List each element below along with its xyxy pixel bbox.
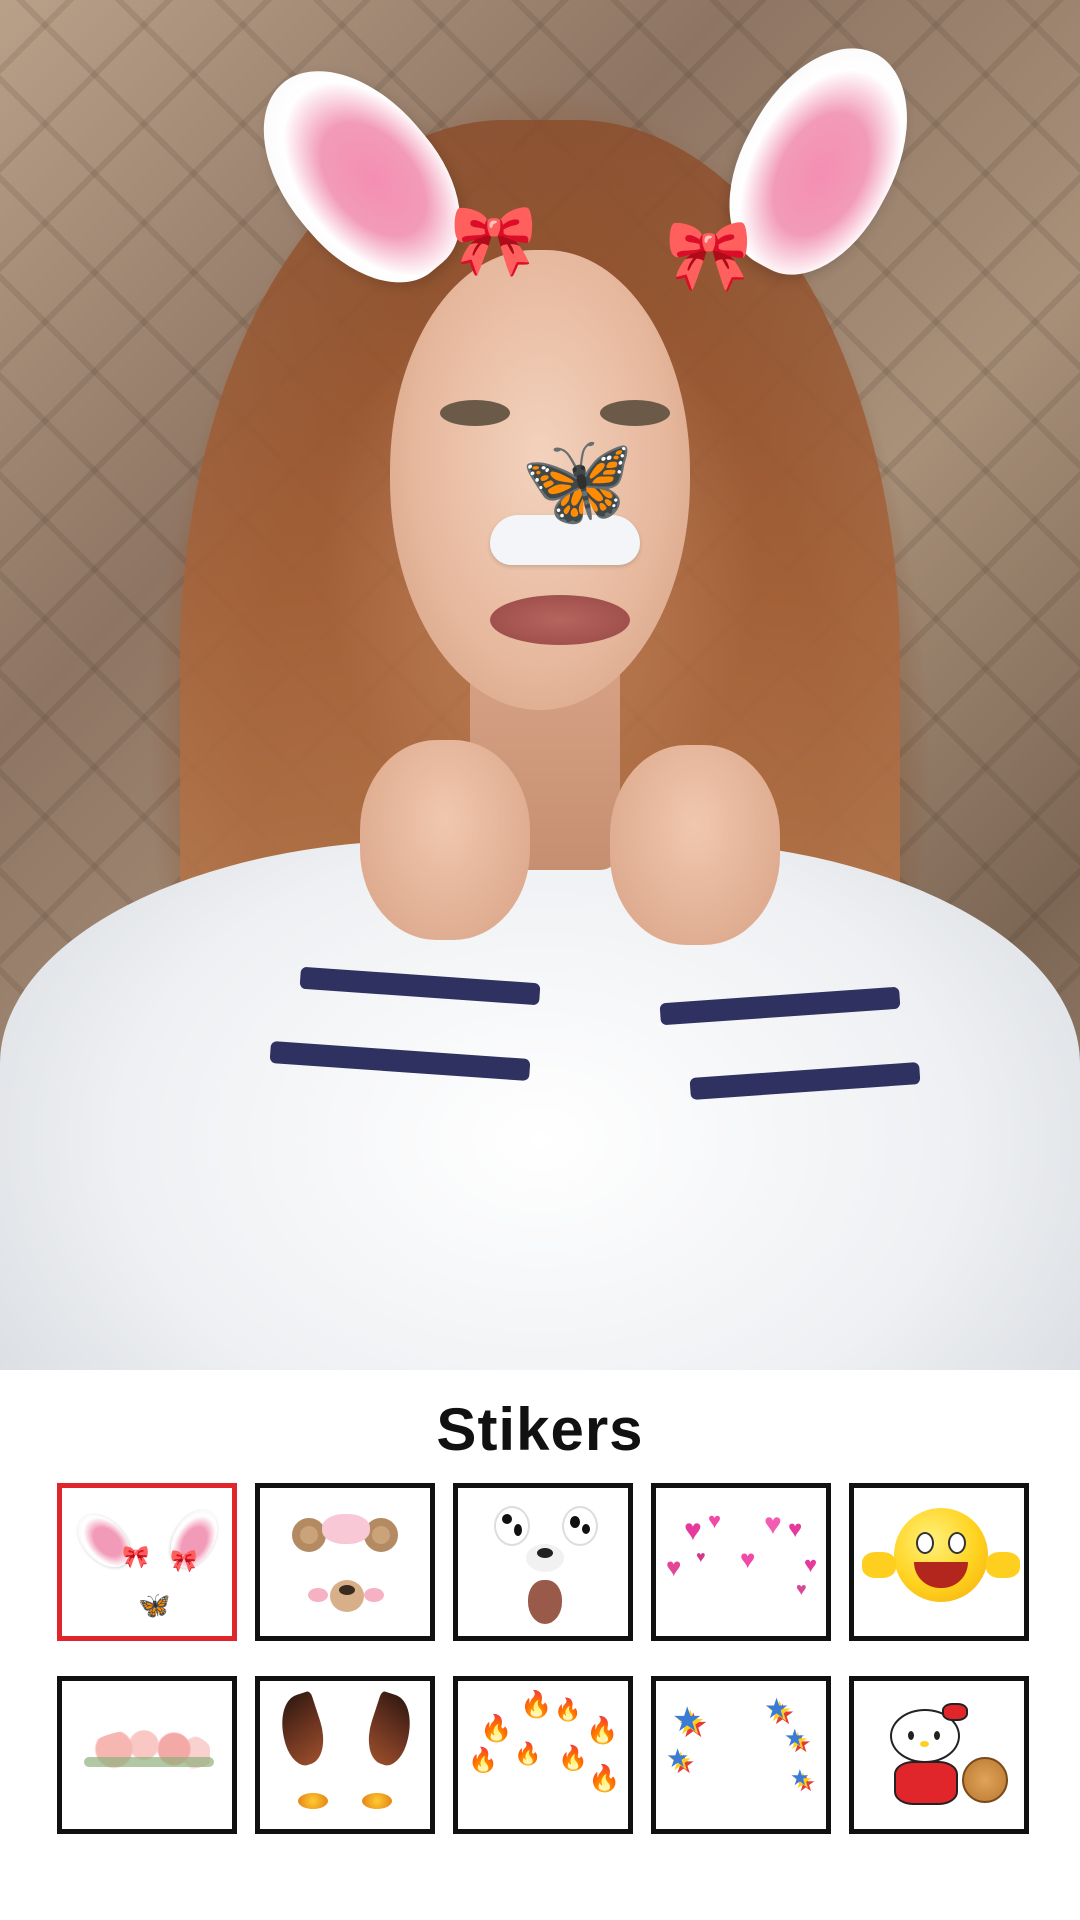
photo-preview[interactable]: 🎀 🎀 🦋 xyxy=(0,0,1080,1370)
sweater xyxy=(0,840,1080,1370)
sticker-tile-devil-horns[interactable] xyxy=(255,1676,435,1834)
sticker-tile-bunny-ears[interactable]: 🎀 🎀 🦋 xyxy=(57,1483,237,1641)
flower-crown-icon xyxy=(62,1681,232,1829)
dalmatian-dog-icon xyxy=(458,1488,628,1636)
section-title: Stikers xyxy=(436,1396,644,1463)
rainbow-stars-icon: ★ ★ ★ ★ ★ xyxy=(666,1693,810,1790)
devil-horns-icon xyxy=(260,1681,430,1829)
sticker-tile-flower-crown[interactable] xyxy=(57,1676,237,1834)
smiley-emoji-icon xyxy=(854,1488,1024,1636)
left-hand xyxy=(360,740,530,940)
bear-bow-icon xyxy=(260,1488,430,1636)
sticker-tile-rainbow-stars[interactable]: ★ ★ ★ ★ ★ xyxy=(651,1676,831,1834)
sticker-tile-hearts[interactable]: ♥ ♥ ♥ ♥ ♥ ♥ ♥ ♥ ♥ xyxy=(651,1483,831,1641)
hello-kitty-icon xyxy=(854,1681,1024,1829)
broken-hearts-icon: ♥ ♥ ♥ ♥ ♥ ♥ ♥ ♥ ♥ xyxy=(666,1508,818,1599)
sticker-tile-hello-kitty[interactable] xyxy=(849,1676,1029,1834)
pink-bow-left-icon: 🎀 xyxy=(450,201,538,279)
right-eye xyxy=(600,400,670,426)
sticker-tile-bear-bow[interactable] xyxy=(255,1483,435,1641)
sticker-tile-dalmatian[interactable] xyxy=(453,1483,633,1641)
sticker-tile-flames[interactable]: 🔥 🔥 🔥 🔥 🔥 🔥 🔥 🔥 xyxy=(453,1676,633,1834)
lips xyxy=(490,595,630,645)
bunny-ears-icon: 🎀 🎀 🦋 xyxy=(62,1488,232,1636)
sticker-tile-smiley[interactable] xyxy=(849,1483,1029,1641)
left-eye xyxy=(440,400,510,426)
butterfly-icon: 🦋 xyxy=(520,430,635,532)
fire-flames-icon: 🔥 🔥 🔥 🔥 🔥 🔥 🔥 🔥 xyxy=(468,1689,621,1793)
pink-bow-right-icon: 🎀 xyxy=(665,216,753,294)
right-hand xyxy=(610,745,780,945)
